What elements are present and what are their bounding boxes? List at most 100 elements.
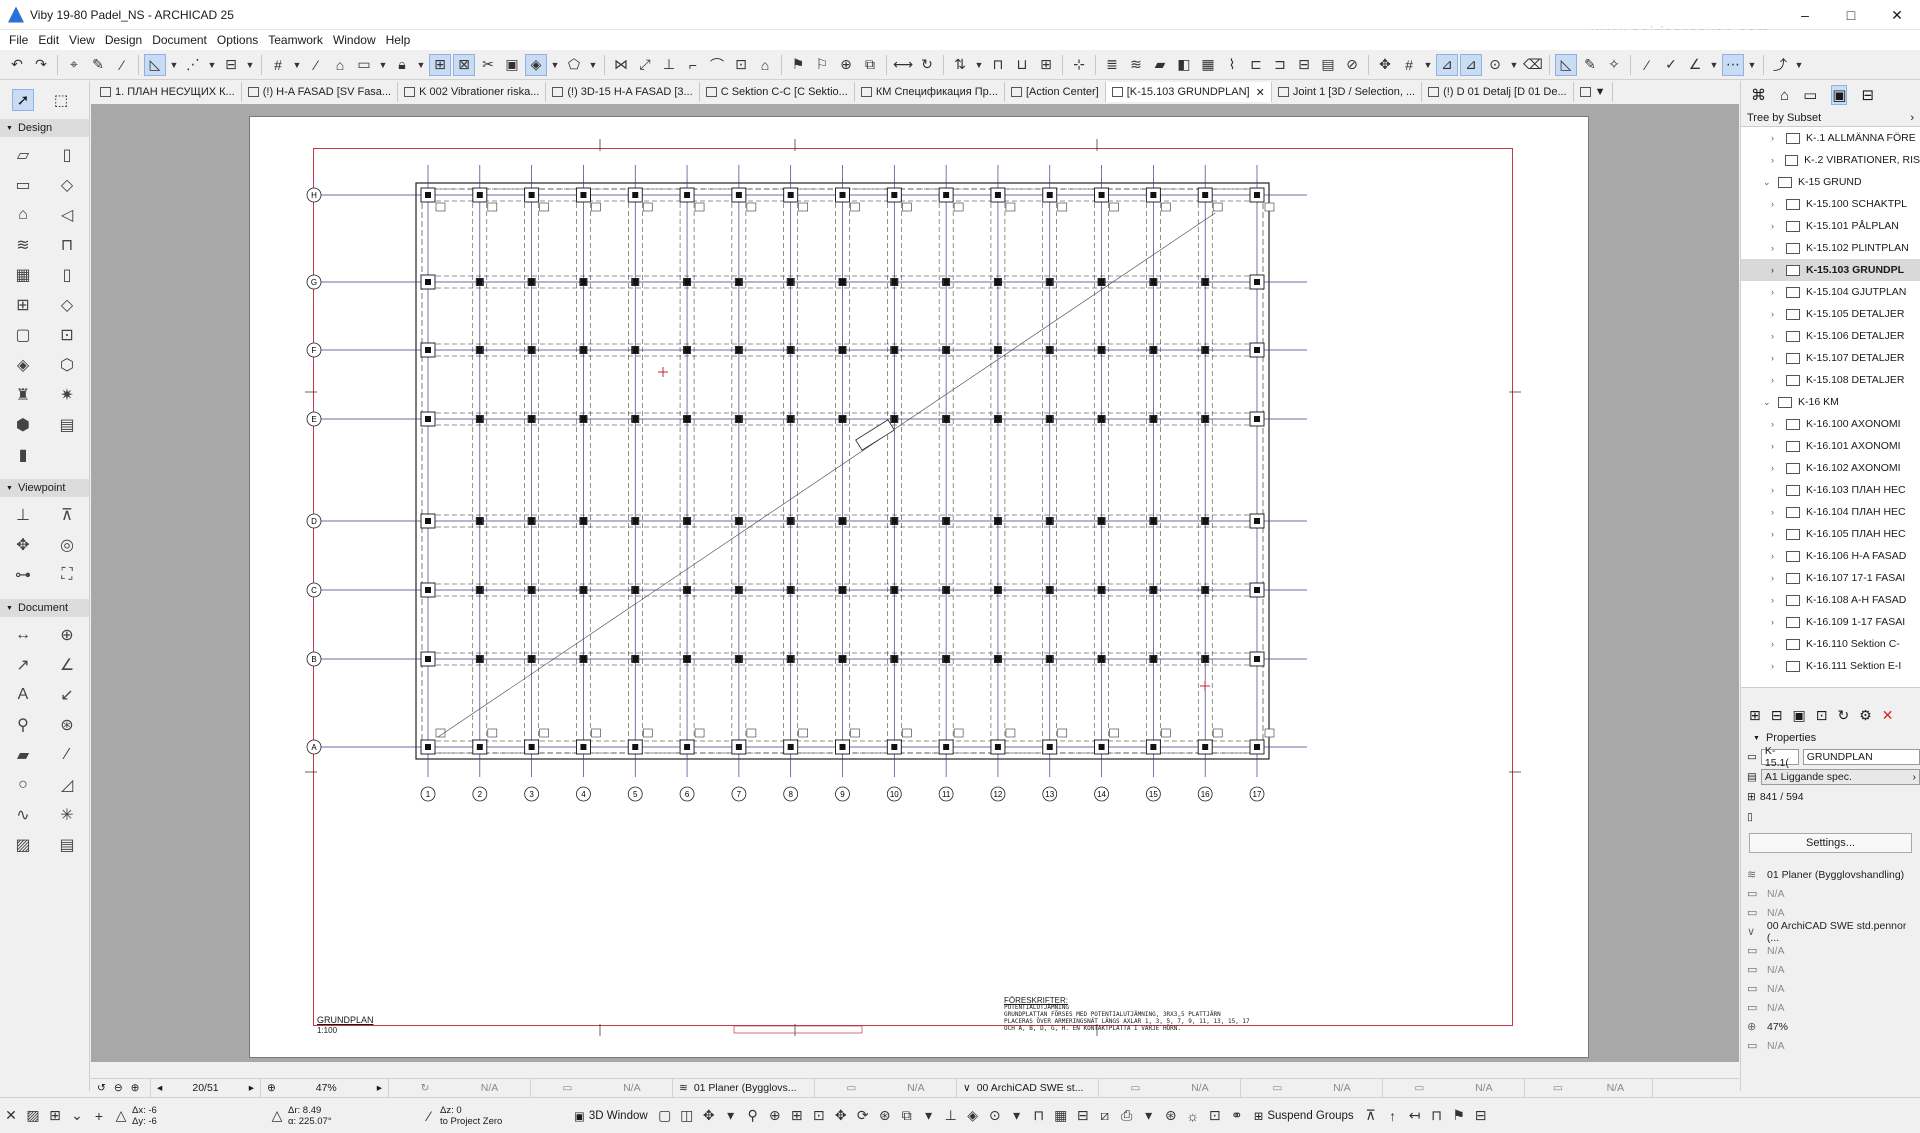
chevron-right-icon[interactable]: › <box>1771 287 1781 297</box>
chevron-right-icon[interactable]: › <box>1771 265 1781 275</box>
detail-tool-icon[interactable]: ⊶ <box>10 563 36 587</box>
view-setting-row[interactable]: ▭ N/A <box>1741 884 1920 903</box>
mesh-tool-icon[interactable]: ⬡ <box>54 353 80 377</box>
mirror-icon[interactable]: ⟷ <box>892 54 914 76</box>
offset-icon[interactable]: ⌒ <box>706 54 728 76</box>
chevron-right-icon[interactable]: › <box>1771 243 1781 253</box>
curtain-wall-icon[interactable]: ⊐ <box>1269 54 1291 76</box>
tree-item[interactable]: › K-16.105 ПЛАН НЕС <box>1741 523 1920 545</box>
chevron-down-icon[interactable]: ▼ <box>377 54 389 76</box>
navigate-icon[interactable]: ⊛ <box>874 1105 896 1127</box>
distribute-icon[interactable]: ⊔ <box>1011 54 1033 76</box>
view-setting-row[interactable]: ▭ N/A <box>1741 1036 1920 1055</box>
structure-tool-icon[interactable]: ▤ <box>54 413 80 437</box>
ruler-icon[interactable]: ⊟ <box>1072 1105 1094 1127</box>
chevron-down-icon[interactable]: ▼ <box>1793 54 1805 76</box>
delta-r-icon[interactable]: △ <box>266 1105 288 1127</box>
lock-icon[interactable]: 🔒︎ <box>391 54 413 76</box>
cut-plane-icon[interactable]: ⊥ <box>940 1105 962 1127</box>
chevron-down-icon[interactable]: ⌄ <box>1763 177 1773 188</box>
dropdown-icon[interactable]: ⌄ <box>66 1105 88 1127</box>
tree-item[interactable]: › K-15.107 DETALJER <box>1741 347 1920 369</box>
zone-tool-icon[interactable]: ⬢ <box>10 413 36 437</box>
tab-grundplan[interactable]: [K-15.103 GRUNDPLAN] ✕ <box>1105 82 1272 102</box>
tree-item[interactable]: › K-16.102 AXONOMI <box>1741 457 1920 479</box>
chevron-right-icon[interactable]: › <box>1771 573 1781 583</box>
level-dimension-tool-icon[interactable]: ⊕ <box>54 623 80 647</box>
flag-icon[interactable]: ⚑ <box>1448 1105 1470 1127</box>
next-page-icon[interactable]: ▸ <box>249 1082 254 1094</box>
link-icon[interactable]: ⊕ <box>835 54 857 76</box>
column-icon[interactable]: ◧ <box>1173 54 1195 76</box>
zoom-in-icon[interactable]: ⊕ <box>131 1082 140 1094</box>
railing-icon[interactable]: ⊏ <box>1245 54 1267 76</box>
change-icon[interactable]: ⧉ <box>859 54 881 76</box>
grid-snap-icon[interactable]: # <box>267 54 289 76</box>
tab-d-01-detalj[interactable]: (!) D 01 Detalj [D 01 De... <box>1422 82 1574 102</box>
menu-options[interactable]: Options <box>212 33 263 47</box>
mesh-icon[interactable]: ▦ <box>1197 54 1219 76</box>
polygon-icon[interactable]: ⬠ <box>563 54 585 76</box>
dock-icon[interactable]: ⊟ <box>1470 1105 1492 1127</box>
zone-stamp-tool-icon[interactable]: ⚲ <box>10 713 36 737</box>
opening-tool-icon[interactable]: ▢ <box>10 323 36 347</box>
split-icon[interactable]: ⋈ <box>610 54 632 76</box>
chevron-down-icon[interactable]: ▼ <box>206 54 218 76</box>
drawing-tool-icon[interactable]: ▤ <box>54 833 80 857</box>
tree-item[interactable]: › K-16.106 H-A FASAD <box>1741 545 1920 567</box>
tree-scrollbar[interactable] <box>1741 687 1920 701</box>
tree-item[interactable]: › K-16.104 ПЛАН НЕС <box>1741 501 1920 523</box>
corner-window-tool-icon[interactable]: ▮ <box>10 443 36 467</box>
guide-lines-icon[interactable]: ◺ <box>144 53 166 76</box>
minimize-button[interactable]: – <box>1782 0 1828 30</box>
layer-icon[interactable]: ⌂ <box>329 54 351 76</box>
spline-tool-icon[interactable]: ∿ <box>10 803 36 827</box>
chevron-right-icon[interactable]: › <box>1771 133 1781 143</box>
chevron-right-icon[interactable]: › <box>1771 155 1780 165</box>
fit-icon[interactable]: ⊞ <box>786 1105 808 1127</box>
place-drawing-icon[interactable]: ⊡ <box>1816 707 1828 724</box>
tree-item[interactable]: › K-15.101 PÅLPLAN <box>1741 215 1920 237</box>
view-setting-row[interactable]: ⊕ 47% <box>1741 1017 1920 1036</box>
stair-tool-icon[interactable]: ≋ <box>10 233 36 257</box>
gravity-icon[interactable]: ⊟ <box>220 54 242 76</box>
chevron-down-icon[interactable]: ▼ <box>291 54 303 76</box>
layout-id-field[interactable]: K-15.1( <box>1760 745 1799 769</box>
eyedropper-icon[interactable]: ✎ <box>87 54 109 76</box>
layer-stack-icon[interactable]: ⧉ <box>896 1105 918 1127</box>
tree-item[interactable]: › K-16.101 AXONOMI <box>1741 435 1920 457</box>
walk-icon[interactable]: ⚲ <box>742 1105 764 1127</box>
skylight-tool-icon[interactable]: ◇ <box>54 293 80 317</box>
text-tool-icon[interactable]: A <box>10 683 36 707</box>
tree-item[interactable]: › K-.1 ALLMÄNNA FÖRE <box>1741 127 1920 149</box>
wall-end-tool-icon[interactable]: ⊡ <box>54 323 80 347</box>
view-setting-row[interactable]: ∨ 00 ArchiCAD SWE std.pennor (... <box>1741 920 1920 944</box>
angle-dimension-tool-icon[interactable]: ∠ <box>54 653 80 677</box>
pan-icon[interactable]: ✥ <box>830 1105 852 1127</box>
stair-icon[interactable]: ⌇ <box>1221 54 1243 76</box>
tree-item[interactable]: ⌄ K-16 KM <box>1741 391 1920 413</box>
select-zone-icon[interactable]: ⊞ <box>429 53 451 76</box>
chevron-down-icon[interactable]: ▼ <box>973 54 985 76</box>
radial-dimension-tool-icon[interactable]: ↗ <box>10 653 36 677</box>
tree-item[interactable]: › K-15.100 SCHAKTPL <box>1741 193 1920 215</box>
chevron-right-icon[interactable]: › <box>1771 507 1781 517</box>
tree-item[interactable]: › K-15.108 DETALJER <box>1741 369 1920 391</box>
wall-tool-icon[interactable]: ▱ <box>10 143 36 167</box>
tab-km-specifikacia[interactable]: КМ Спецификация Пр... <box>855 82 1005 102</box>
snap-points-icon[interactable]: ⋯ <box>1722 53 1744 76</box>
wall-icon[interactable]: ≣ <box>1101 54 1123 76</box>
tree-item[interactable]: › K-16.100 AXONOMI <box>1741 413 1920 435</box>
tab-vibrationer[interactable]: K 002 Vibrationer riska... <box>398 82 547 102</box>
railing-tool-icon[interactable]: ⊓ <box>54 233 80 257</box>
tree-subset-selector[interactable]: Tree by Subset › <box>1741 109 1920 127</box>
delta-icon[interactable]: △ <box>110 1105 132 1127</box>
window-tool-icon[interactable]: ⊞ <box>10 293 36 317</box>
camera-icon[interactable]: ⎙ <box>1116 1105 1138 1127</box>
organizer-icon[interactable]: ⊟ <box>1861 86 1874 104</box>
view-setting-row[interactable]: ▭ N/A <box>1741 941 1920 960</box>
syringe-icon[interactable]: ⁄ <box>111 54 133 76</box>
shell-tool-icon[interactable]: ◁ <box>54 203 80 227</box>
fillet-icon[interactable]: ⌐ <box>682 54 704 76</box>
marquee-icon[interactable]: ⊠ <box>453 53 475 76</box>
